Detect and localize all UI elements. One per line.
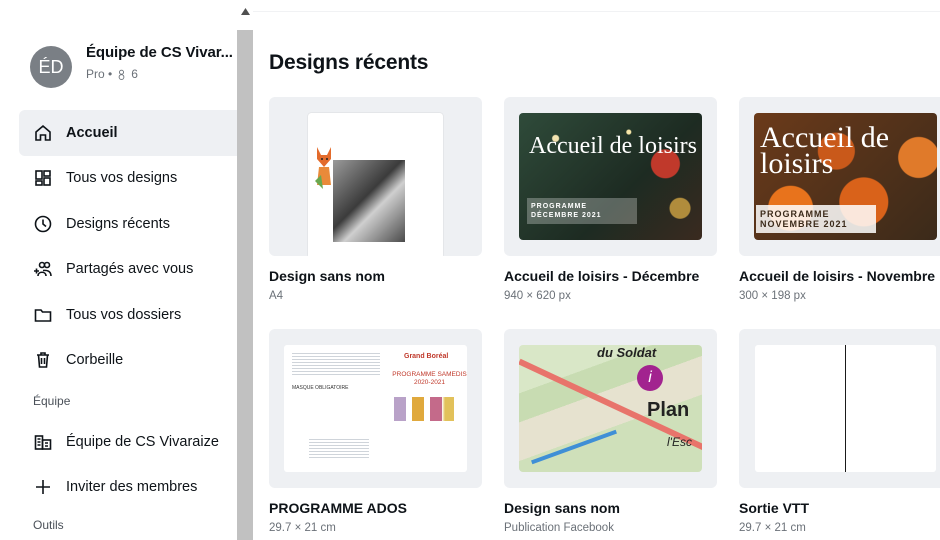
flyer-program: PROGRAMME SAMEDIS 2020-2021 bbox=[392, 371, 467, 386]
sidebar-item-label: Accueil bbox=[66, 124, 118, 141]
design-card[interactable]: du Soldat i Plan l'Esc Design sans nom P… bbox=[504, 329, 717, 534]
team-meta: Pro • 6 bbox=[86, 67, 233, 81]
team-plan: Pro • bbox=[86, 67, 113, 81]
members-icon bbox=[118, 69, 125, 80]
team-icon bbox=[33, 432, 53, 452]
design-dimensions: 29.7 × 21 cm bbox=[739, 522, 806, 534]
design-dimensions: 940 × 620 px bbox=[504, 290, 571, 302]
scroll-up-arrow[interactable] bbox=[237, 0, 253, 30]
trash-icon bbox=[33, 350, 53, 370]
shared-users-icon bbox=[33, 259, 53, 279]
sidebar-item-label: Équipe de CS Vivaraize bbox=[66, 433, 219, 450]
design-dimensions: 300 × 198 px bbox=[739, 290, 806, 302]
sidebar-item-inviter[interactable]: Inviter des membres bbox=[19, 465, 237, 511]
fox-illustration bbox=[315, 147, 331, 189]
flyer-text-block bbox=[309, 437, 369, 459]
design-card[interactable]: Accueil de loisirs PROGRAMME NOVEMBRE 20… bbox=[739, 97, 940, 302]
design-card[interactable]: Grand Boréal PROGRAMME SAMEDIS 2020-2021… bbox=[269, 329, 482, 534]
flyer-heading: Grand Boréal bbox=[404, 353, 449, 360]
sidebar-item-corbeille[interactable]: Corbeille bbox=[19, 338, 237, 384]
design-thumbnail[interactable]: Grand Boréal PROGRAMME SAMEDIS 2020-2021… bbox=[269, 329, 482, 488]
sidebar-item-partages[interactable]: Partagés avec vous bbox=[19, 247, 237, 293]
main-content: Designs récents Design sans nom A4 Accue… bbox=[253, 0, 940, 540]
folder-icon bbox=[33, 305, 53, 325]
team-name[interactable]: Équipe de CS Vivar... bbox=[86, 44, 233, 61]
design-thumbnail[interactable]: Accueil de loisirs PROGRAMME NOVEMBRE 20… bbox=[739, 97, 940, 256]
design-card[interactable]: Accueil de loisirs PROGRAMME DÉCEMBRE 20… bbox=[504, 97, 717, 302]
sidebar-item-label: Tous vos designs bbox=[66, 170, 178, 187]
sidebar-item-label: Inviter des membres bbox=[66, 479, 198, 496]
clock-icon bbox=[33, 214, 53, 234]
section-label-outils: Outils bbox=[33, 518, 64, 532]
map-preview: du Soldat i Plan l'Esc bbox=[519, 345, 702, 472]
design-thumbnail[interactable] bbox=[739, 329, 940, 488]
sidebar-item-label: Corbeille bbox=[66, 352, 124, 369]
grid-icon bbox=[33, 168, 53, 188]
sidebar-scrollbar[interactable] bbox=[237, 0, 253, 540]
design-dimensions: A4 bbox=[269, 290, 284, 302]
design-card[interactable]: Sortie VTT 29.7 × 21 cm bbox=[739, 329, 940, 534]
sidebar-item-tous-vos-designs[interactable]: Tous vos designs bbox=[19, 156, 237, 202]
flyer-mask-note: MASQUE OBLIGATOIRE bbox=[292, 385, 349, 391]
info-pin-icon: i bbox=[637, 365, 663, 391]
sidebar-item-designs-recents[interactable]: Designs récents bbox=[19, 201, 237, 247]
chevron-up-icon bbox=[240, 8, 250, 15]
map-label: l'Esc bbox=[667, 435, 692, 449]
poster-band-text: PROGRAMME NOVEMBRE 2021 bbox=[760, 209, 848, 229]
design-title[interactable]: Design sans nom bbox=[269, 268, 482, 284]
team-switcher[interactable]: ÉD Équipe de CS Vivar... Pro • 6 bbox=[30, 44, 233, 88]
design-title[interactable]: Accueil de loisirs - Décembre bbox=[504, 268, 717, 284]
poster-preview: Accueil de loisirs PROGRAMME NOVEMBRE 20… bbox=[754, 113, 937, 240]
poster-band: PROGRAMME DÉCEMBRE 2021 bbox=[527, 198, 637, 224]
design-thumbnail[interactable]: du Soldat i Plan l'Esc bbox=[504, 329, 717, 488]
page-title: Designs récents bbox=[269, 51, 429, 74]
photo-preview bbox=[333, 160, 405, 242]
poster-title: Accueil de loisirs bbox=[529, 133, 697, 159]
design-card[interactable]: Design sans nom A4 bbox=[269, 97, 482, 302]
sidebar: ÉD Équipe de CS Vivar... Pro • 6 Accueil… bbox=[0, 0, 237, 540]
flyer-preview: Grand Boréal PROGRAMME SAMEDIS 2020-2021… bbox=[284, 345, 467, 472]
poster-title: Accueil de loisirs bbox=[760, 121, 890, 180]
poster-band: PROGRAMME NOVEMBRE 2021 bbox=[756, 205, 876, 233]
design-title[interactable]: Sortie VTT bbox=[739, 500, 940, 516]
section-label-equipe: Équipe bbox=[33, 394, 71, 408]
design-dimensions: Publication Facebook bbox=[504, 522, 614, 534]
design-dimensions: 29.7 × 21 cm bbox=[269, 522, 336, 534]
map-river bbox=[531, 429, 617, 465]
divider bbox=[253, 11, 940, 12]
team-info: Équipe de CS Vivar... Pro • 6 bbox=[86, 44, 233, 81]
design-thumbnail[interactable]: Accueil de loisirs PROGRAMME DÉCEMBRE 20… bbox=[504, 97, 717, 256]
sidebar-item-label: Designs récents bbox=[66, 215, 170, 232]
poster-preview: Accueil de loisirs PROGRAMME DÉCEMBRE 20… bbox=[519, 113, 702, 240]
map-label: du Soldat bbox=[597, 345, 657, 360]
plus-icon bbox=[33, 477, 53, 497]
sidebar-item-accueil[interactable]: Accueil bbox=[19, 110, 237, 156]
design-title[interactable]: Design sans nom bbox=[504, 500, 717, 516]
map-label: Plan bbox=[647, 399, 690, 421]
design-title[interactable]: Accueil de loisirs - Novembre bbox=[739, 268, 940, 284]
poster-band-text: PROGRAMME DÉCEMBRE 2021 bbox=[531, 203, 602, 219]
team-member-count: 6 bbox=[131, 67, 138, 81]
home-icon bbox=[33, 123, 53, 143]
sidebar-item-equipe[interactable]: Équipe de CS Vivaraize bbox=[19, 419, 237, 465]
sidebar-item-dossiers[interactable]: Tous vos dossiers bbox=[19, 292, 237, 338]
sidebar-item-label: Partagés avec vous bbox=[66, 261, 194, 278]
blank-page-preview bbox=[755, 345, 936, 472]
flyer-text-block bbox=[292, 351, 380, 375]
avatar[interactable]: ÉD bbox=[30, 46, 72, 88]
flyer-bottles bbox=[394, 397, 454, 421]
design-thumbnail[interactable] bbox=[269, 97, 482, 256]
sidebar-nav: Accueil Tous vos designs Designs récents… bbox=[19, 110, 237, 532]
design-title[interactable]: PROGRAMME ADOS bbox=[269, 500, 482, 516]
fold-line bbox=[845, 345, 846, 472]
sidebar-item-label: Tous vos dossiers bbox=[66, 306, 182, 323]
